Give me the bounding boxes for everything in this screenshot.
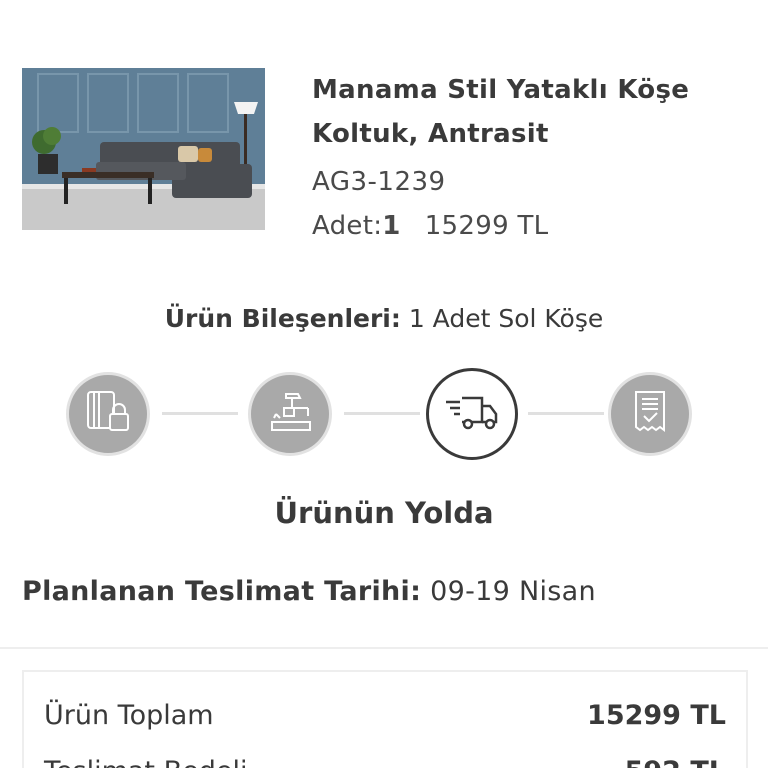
step-delivery: [426, 368, 518, 460]
order-status-tracker: [0, 368, 768, 460]
product-info: Manama Stil Yataklı Köşe Koltuk, Antrasi…: [312, 68, 742, 248]
product-components: Ürün Bileşenleri: 1 Adet Sol Köşe: [0, 304, 768, 333]
quantity-label: Adet:: [312, 211, 383, 241]
order-summary: Ürün Toplam 15299 TL Teslimat Bedeli 592…: [22, 670, 748, 768]
product-quantity-price: Adet:1 15299 TL: [312, 204, 742, 248]
product-sku: AG3-1239: [312, 167, 446, 197]
summary-label: Teslimat Bedeli: [44, 756, 248, 768]
summary-value: 592 TL: [625, 756, 726, 768]
receipt-check-icon: [624, 386, 676, 442]
step-production: [248, 372, 332, 456]
tracker-connector: [344, 412, 420, 415]
delivery-truck-icon: [442, 386, 502, 442]
order-product: Manama Stil Yataklı Köşe Koltuk, Antrasi…: [22, 68, 746, 244]
order-status-text: Ürünün Yolda: [274, 496, 494, 530]
section-divider: [0, 647, 768, 649]
card-lock-icon: [82, 386, 134, 442]
components-label: Ürün Bileşenleri:: [164, 304, 401, 333]
tracker-connector: [162, 412, 238, 415]
production-icon: [264, 386, 316, 442]
summary-row-product-total: Ürün Toplam 15299 TL: [44, 700, 726, 731]
quantity-value: 1: [382, 211, 401, 241]
product-title[interactable]: Manama Stil Yataklı Köşe Koltuk, Antrasi…: [312, 68, 742, 156]
summary-value: 15299 TL: [587, 700, 726, 731]
planned-delivery-date: Planlanan Teslimat Tarihi: 09-19 Nisan: [22, 576, 596, 607]
delivery-label: Planlanan Teslimat Tarihi:: [22, 576, 422, 607]
summary-label: Ürün Toplam: [44, 700, 214, 731]
delivery-value: 09-19 Nisan: [430, 576, 596, 607]
product-price: 15299 TL: [424, 211, 549, 241]
step-invoice: [608, 372, 692, 456]
product-image[interactable]: [22, 68, 265, 230]
summary-row-delivery-fee: Teslimat Bedeli 592 TL: [44, 756, 726, 768]
step-payment: [66, 372, 150, 456]
tracker-connector: [528, 412, 604, 415]
components-value: 1 Adet Sol Köşe: [408, 304, 604, 333]
